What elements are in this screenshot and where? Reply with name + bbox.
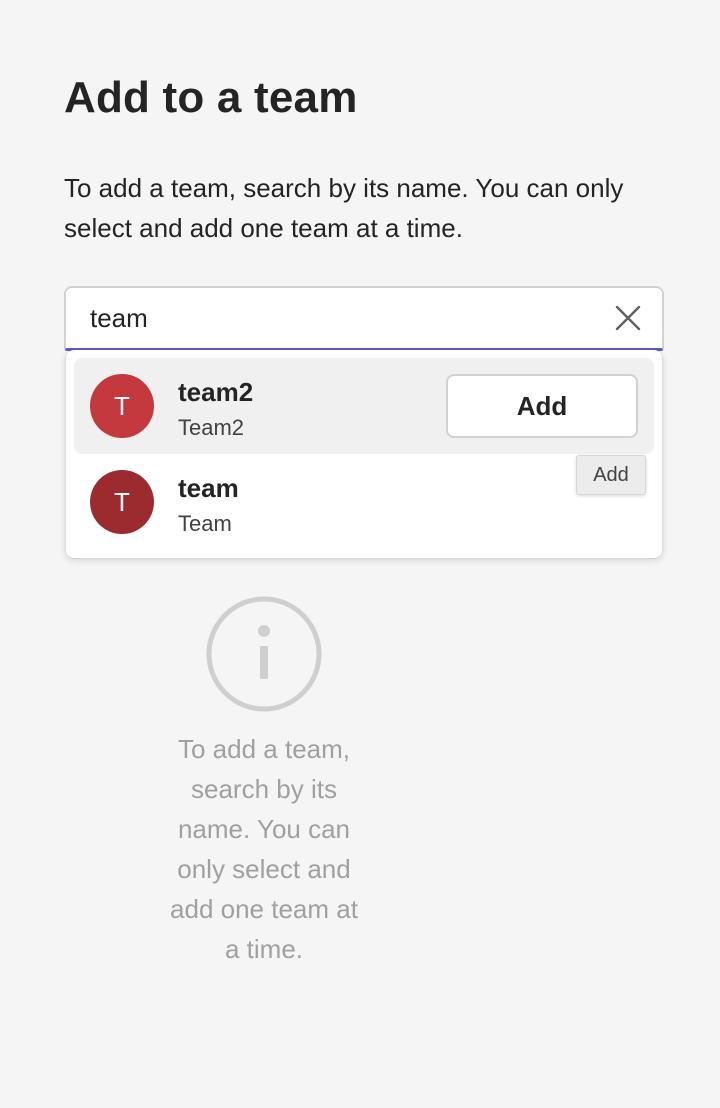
page-title: Add to a team [64, 73, 358, 122]
search-input[interactable] [90, 288, 590, 348]
result-item-team[interactable]: T team Team [74, 454, 654, 550]
add-tooltip: Add [576, 455, 646, 495]
result-name: team [178, 473, 239, 503]
page-description: To add a team, search by its name. You c… [64, 173, 624, 243]
result-subtitle: Team2 [178, 415, 245, 440]
info-icon [206, 596, 322, 712]
search-box [64, 286, 664, 351]
search-results-dropdown: T team2 Team2 Add T team Team [66, 350, 662, 558]
team-avatar: T [90, 374, 154, 438]
clear-search-button[interactable] [610, 300, 646, 336]
add-team-button[interactable]: Add [446, 374, 638, 438]
empty-state-text: To add a team, search by its name. You c… [170, 734, 358, 964]
result-name: team2 [178, 377, 254, 407]
result-subtitle: Team [178, 511, 232, 536]
result-item-team2[interactable]: T team2 Team2 Add [74, 358, 654, 454]
team-avatar: T [90, 470, 154, 534]
close-icon [615, 305, 641, 331]
